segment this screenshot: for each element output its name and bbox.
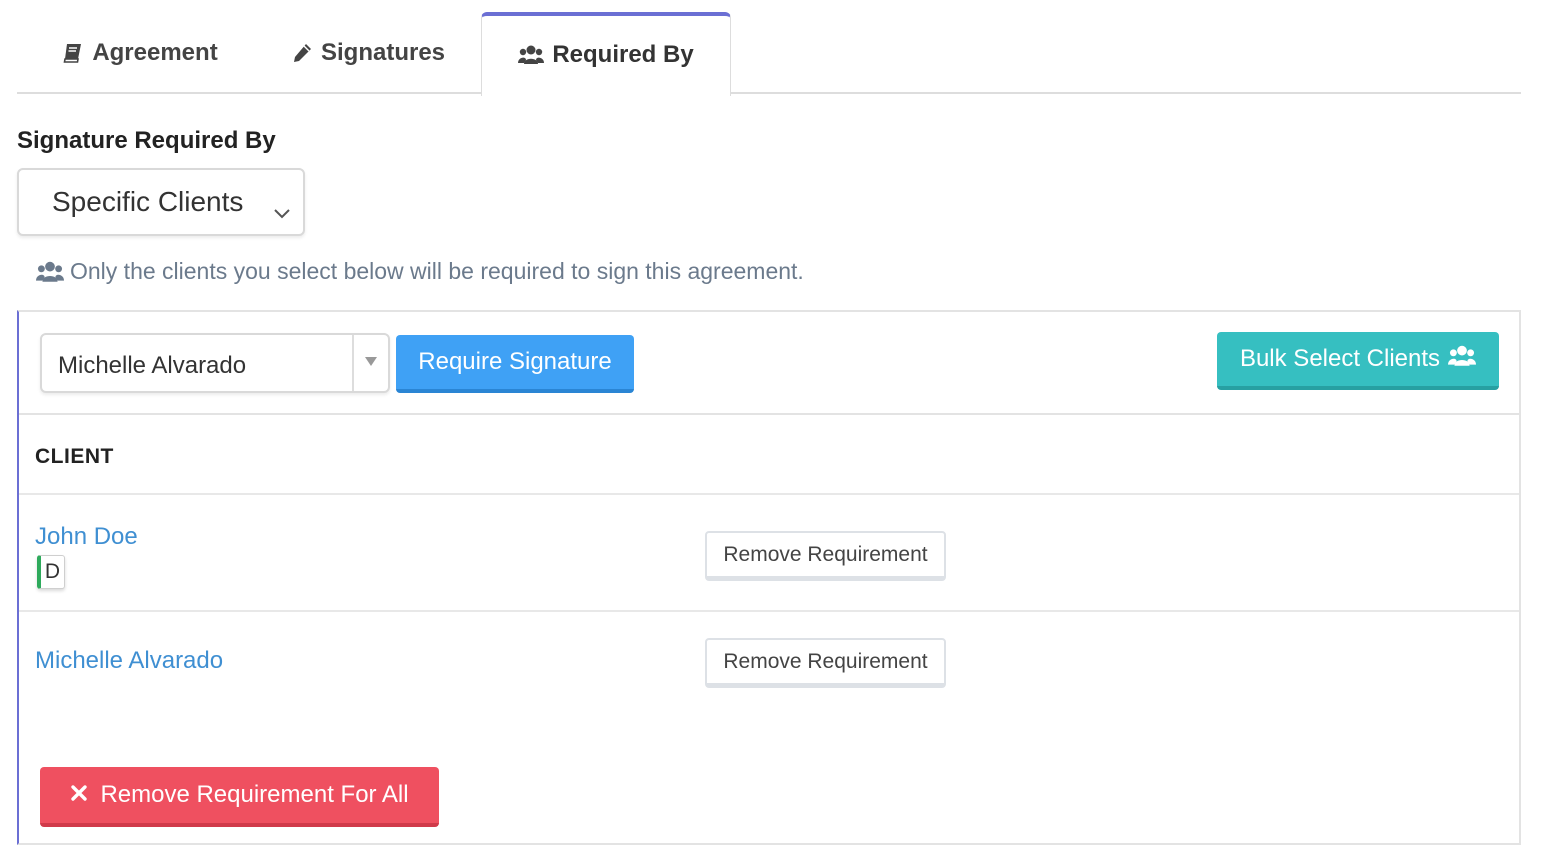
pencil-icon [291, 42, 313, 64]
table-row: Michelle Alvarado Remove Requirement [19, 612, 1519, 722]
client-select-value: Michelle Alvarado [58, 352, 247, 379]
client-select-divider [352, 335, 354, 391]
remove-requirement-for-all-button[interactable]: Remove Requirement For All [40, 767, 439, 827]
tab-signatures-label: Signatures [320, 39, 446, 66]
remove-requirement-button[interactable]: Remove Requirement [705, 531, 946, 581]
client-link[interactable]: John Doe [35, 523, 138, 551]
chevron-down-icon [273, 194, 291, 226]
require-signature-button[interactable]: Require Signature [396, 335, 634, 393]
bulk-select-clients-button[interactable]: Bulk Select Clients [1217, 332, 1499, 390]
hint-text: Only the clients you select below will b… [36, 258, 804, 285]
users-icon [518, 44, 545, 66]
tab-agreement-label: Agreement [92, 39, 218, 66]
required-by-select[interactable]: Specific Clients [17, 168, 305, 236]
hint-label: Only the clients you select below will b… [70, 258, 804, 284]
required-by-select-value: Specific Clients [52, 186, 244, 217]
caret-down-icon[interactable] [365, 357, 377, 366]
column-header-client: CLIENT [35, 445, 114, 468]
bulk-select-clients-label: Bulk Select Clients [1239, 345, 1441, 372]
remove-requirement-button[interactable]: Remove Requirement [705, 638, 946, 688]
close-icon [70, 781, 88, 809]
tab-signatures[interactable]: Signatures [273, 12, 463, 94]
tab-bar: Agreement Signatures Required By [17, 12, 1521, 96]
clients-panel: Michelle Alvarado Require Signature Bulk… [17, 310, 1521, 845]
remove-requirement-for-all-label: Remove Requirement For All [100, 781, 409, 808]
tab-agreement[interactable]: Agreement [35, 12, 245, 94]
book-icon [62, 42, 84, 64]
users-icon [1448, 344, 1477, 375]
tab-required-by-label: Required By [552, 41, 694, 68]
section-label: Signature Required By [17, 127, 276, 154]
table-header: CLIENT [19, 415, 1519, 495]
table-row: John Doe D Remove Requirement [19, 495, 1519, 612]
client-select[interactable]: Michelle Alvarado [40, 333, 390, 393]
clients-toolbar: Michelle Alvarado Require Signature Bulk… [19, 312, 1519, 415]
tab-required-by[interactable]: Required By [481, 12, 731, 96]
users-icon [36, 260, 64, 284]
client-link[interactable]: Michelle Alvarado [35, 647, 223, 675]
client-badge: D [37, 555, 65, 589]
